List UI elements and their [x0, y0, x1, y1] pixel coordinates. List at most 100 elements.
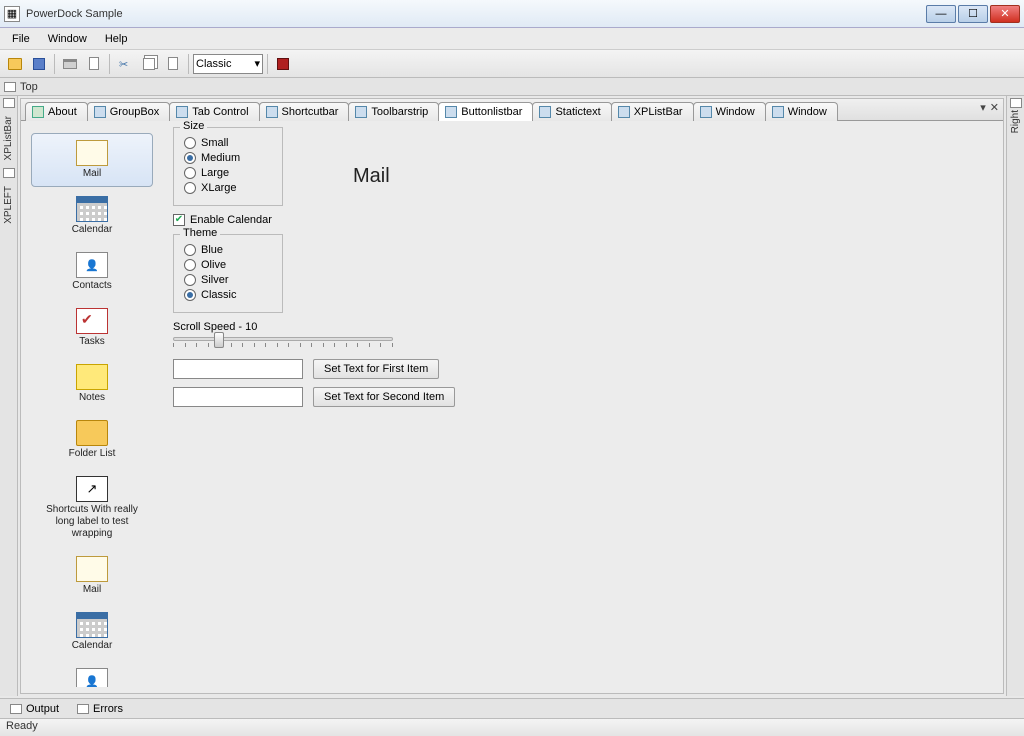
- radio-olive[interactable]: Olive: [184, 259, 272, 271]
- radio-icon: [184, 244, 196, 256]
- save-button[interactable]: [28, 53, 50, 75]
- radio-label: Small: [201, 137, 229, 149]
- radio-blue[interactable]: Blue: [184, 244, 272, 256]
- top-dock-label[interactable]: Top: [20, 81, 38, 93]
- tab-label: Statictext: [555, 106, 600, 118]
- tab-tabcontrol[interactable]: Tab Control: [169, 102, 259, 121]
- list-item-tasks[interactable]: Tasks: [31, 301, 153, 355]
- list-item-contacts-2[interactable]: 👤Contacts: [31, 661, 153, 687]
- tab-window-2[interactable]: Window: [765, 102, 838, 121]
- radio-large[interactable]: Large: [184, 167, 272, 179]
- exit-button[interactable]: [272, 53, 294, 75]
- help-icon: [32, 106, 44, 118]
- menu-file[interactable]: File: [4, 31, 38, 47]
- slider-thumb[interactable]: [214, 332, 224, 348]
- list-item-label: Calendar: [72, 224, 113, 236]
- radio-label: Classic: [201, 289, 236, 301]
- list-item-label: Notes: [79, 392, 105, 404]
- menu-help[interactable]: Help: [97, 31, 136, 47]
- slider-track[interactable]: [173, 337, 393, 341]
- bottom-tab-errors[interactable]: Errors: [71, 701, 129, 717]
- style-combo[interactable]: Classic ▾: [193, 54, 263, 74]
- tab-toolbarstrip[interactable]: Toolbarstrip: [348, 102, 439, 121]
- checkbox-icon: [173, 214, 185, 226]
- combo-value: Classic: [196, 58, 231, 70]
- tab-groupbox[interactable]: GroupBox: [87, 102, 171, 121]
- panel-icon: [10, 704, 22, 714]
- radio-small[interactable]: Small: [184, 137, 272, 149]
- list-item-calendar[interactable]: Calendar: [31, 189, 153, 243]
- first-item-input[interactable]: [173, 359, 303, 379]
- copy-button[interactable]: [138, 53, 160, 75]
- slider-ticks: [173, 343, 393, 347]
- close-button[interactable]: ✕: [990, 5, 1020, 23]
- left-tab-xplistbar[interactable]: XPListBar: [2, 114, 15, 162]
- paste-button-2[interactable]: [162, 53, 184, 75]
- scroll-speed-slider: Scroll Speed - 10: [173, 321, 393, 347]
- tab-buttonlistbar[interactable]: Buttonlistbar: [438, 102, 533, 121]
- tab-shortcutbar[interactable]: Shortcutbar: [259, 102, 350, 121]
- set-second-item-button[interactable]: Set Text for Second Item: [313, 387, 455, 407]
- minimize-button[interactable]: —: [926, 5, 956, 23]
- contacts-icon: 👤: [76, 252, 108, 278]
- form-icon: [176, 106, 188, 118]
- form-icon: [266, 106, 278, 118]
- left-tab-xpleft[interactable]: XPLEFT: [2, 184, 15, 226]
- set-first-item-button[interactable]: Set Text for First Item: [313, 359, 439, 379]
- bottom-tab-output[interactable]: Output: [4, 701, 65, 717]
- tab-window-1[interactable]: Window: [693, 102, 766, 121]
- groupbox-title: Theme: [180, 227, 220, 239]
- second-item-input[interactable]: [173, 387, 303, 407]
- radio-icon: [184, 167, 196, 179]
- notes-icon: [76, 364, 108, 390]
- theme-groupbox: Theme Blue Olive Silver Classic: [173, 234, 283, 313]
- open-icon: [8, 58, 22, 70]
- shortcut-icon: ↗: [76, 476, 108, 502]
- radio-xlarge[interactable]: XLarge: [184, 182, 272, 194]
- button-list-bar[interactable]: Mail Calendar 👤Contacts Tasks Notes Fold…: [27, 127, 157, 687]
- status-text: Ready: [6, 720, 38, 732]
- enable-calendar-checkbox[interactable]: Enable Calendar: [173, 214, 283, 226]
- open-button[interactable]: [4, 53, 26, 75]
- toolbar-separator: [109, 54, 110, 74]
- tab-about[interactable]: About: [25, 102, 88, 121]
- tab-label: XPListBar: [634, 106, 683, 118]
- document-tabs: About GroupBox Tab Control Shortcutbar T…: [21, 99, 1003, 121]
- radio-label: Medium: [201, 152, 240, 164]
- tab-label: Shortcutbar: [282, 106, 339, 118]
- maximize-button[interactable]: ☐: [958, 5, 988, 23]
- window-title: PowerDock Sample: [26, 8, 926, 20]
- list-item-mail[interactable]: Mail: [31, 133, 153, 187]
- window-icon: [772, 106, 784, 118]
- right-tab[interactable]: Right: [1009, 108, 1022, 135]
- paste-button[interactable]: [83, 53, 105, 75]
- list-item-mail-2[interactable]: Mail: [31, 549, 153, 603]
- form-icon: [445, 106, 457, 118]
- tabs-overflow-controls: ▾ ✕: [980, 101, 999, 114]
- dock-icon: [1010, 98, 1022, 108]
- list-item-calendar-2[interactable]: Calendar: [31, 605, 153, 659]
- cut-icon: ✂: [119, 58, 131, 70]
- cut-button[interactable]: ✂: [114, 53, 136, 75]
- tabs-close-icon[interactable]: ✕: [990, 101, 999, 114]
- mail-icon: [76, 556, 108, 582]
- list-item-notes[interactable]: Notes: [31, 357, 153, 411]
- tab-label: Window: [788, 106, 827, 118]
- document-body: Mail Calendar 👤Contacts Tasks Notes Fold…: [21, 121, 1003, 693]
- tab-xplistbar[interactable]: XPListBar: [611, 102, 694, 121]
- dock-icon: [4, 82, 16, 92]
- mail-icon: [76, 140, 108, 166]
- radio-silver[interactable]: Silver: [184, 274, 272, 286]
- radio-medium[interactable]: Medium: [184, 152, 272, 164]
- menu-window[interactable]: Window: [40, 31, 95, 47]
- tabs-dropdown-icon[interactable]: ▾: [980, 101, 986, 114]
- radio-classic[interactable]: Classic: [184, 289, 272, 301]
- list-item-contacts[interactable]: 👤Contacts: [31, 245, 153, 299]
- tab-statictext[interactable]: Statictext: [532, 102, 611, 121]
- toolbar-separator: [54, 54, 55, 74]
- print-button[interactable]: [59, 53, 81, 75]
- list-item-shortcuts[interactable]: ↗Shortcuts With really long label to tes…: [31, 469, 153, 547]
- radio-label: Blue: [201, 244, 223, 256]
- list-item-label: Calendar: [72, 640, 113, 652]
- list-item-folderlist[interactable]: Folder List: [31, 413, 153, 467]
